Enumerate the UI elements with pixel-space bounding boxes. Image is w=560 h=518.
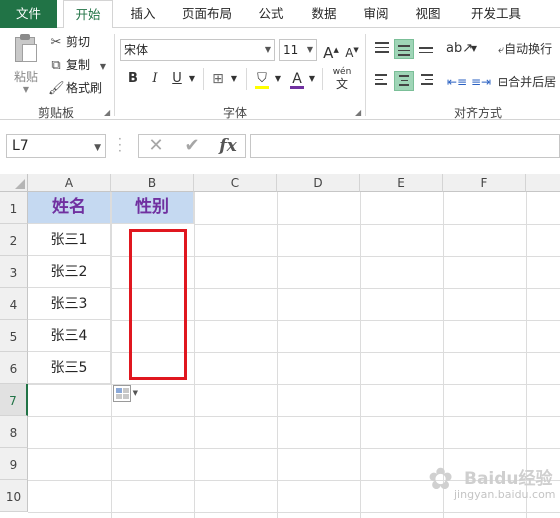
cancel-icon[interactable]: ✕ bbox=[141, 135, 171, 157]
chevron-down-icon[interactable]: ▼ bbox=[468, 38, 480, 60]
paintbrush-icon: 🖌 bbox=[48, 81, 65, 96]
grow-font-icon: A bbox=[323, 44, 334, 62]
tab-insert[interactable]: 插入 bbox=[118, 0, 168, 28]
chevron-down-icon[interactable]: ▼ bbox=[272, 68, 284, 90]
tab-formulas[interactable]: 公式 bbox=[250, 0, 292, 28]
merge-center-label: 合并后居 bbox=[508, 75, 557, 89]
copy-icon: ⧉ bbox=[51, 58, 61, 73]
watermark: ✿ Baidu经验 jingyan.baidu.com bbox=[424, 460, 560, 510]
tab-view[interactable]: 视图 bbox=[406, 0, 450, 28]
tab-home[interactable]: 开始 bbox=[63, 0, 113, 29]
paste-icon bbox=[13, 34, 39, 64]
autofill-options-icon[interactable]: ▼ bbox=[113, 385, 138, 402]
align-center-button[interactable] bbox=[394, 71, 414, 91]
grow-font-button[interactable]: A▲ bbox=[322, 39, 340, 62]
merge-cells-icon: ⊟ bbox=[498, 75, 509, 89]
phonetic-label: wén bbox=[332, 67, 352, 77]
group-divider bbox=[114, 34, 115, 116]
paint-bucket-icon: ⛉ bbox=[257, 71, 267, 86]
chevron-down-icon: ▼ bbox=[306, 45, 313, 54]
tab-data[interactable]: 数据 bbox=[302, 0, 346, 28]
tab-file[interactable]: 文件 bbox=[0, 0, 57, 28]
orientation-icon[interactable]: ab↗ bbox=[446, 38, 473, 60]
wrap-text-label: 自动换行 bbox=[504, 42, 553, 56]
bold-button[interactable]: B bbox=[124, 68, 142, 90]
format-painter-label: 格式刷 bbox=[66, 81, 103, 95]
align-right-button[interactable] bbox=[416, 71, 436, 91]
ribbon-tab-bar: 文件 开始 插入 页面布局 公式 数据 审阅 视图 开发工具 bbox=[0, 0, 560, 29]
fill-color-button[interactable]: ⛉ bbox=[252, 68, 272, 90]
dialog-launcher-icon[interactable]: ◢ bbox=[355, 108, 361, 117]
align-bottom-button[interactable] bbox=[416, 39, 436, 59]
align-middle-button[interactable] bbox=[394, 39, 414, 59]
font-color-button[interactable]: A bbox=[288, 68, 306, 90]
clipboard-group-label: 剪贴板 bbox=[37, 106, 74, 120]
name-box-value: L7 bbox=[12, 138, 29, 154]
watermark-brand: Baidu经验 bbox=[464, 469, 553, 489]
wrap-text-button[interactable]: ⤶自动换行 bbox=[498, 38, 560, 60]
copy-button[interactable]: ⧉ 复制 ▼ bbox=[48, 55, 106, 75]
enter-check-icon[interactable]: ✔ bbox=[177, 135, 207, 157]
highlight-box bbox=[129, 229, 187, 380]
borders-icon[interactable]: ⊞ bbox=[208, 68, 228, 90]
cut-button[interactable]: ✂ 剪切 bbox=[48, 32, 90, 52]
paste-label: 粘贴 bbox=[13, 70, 38, 84]
font-color-icon: A bbox=[292, 71, 302, 87]
ribbon-home: 粘贴 ▼ ✂ 剪切 ⧉ 复制 ▼ 🖌格式刷 剪贴板 ◢ 宋体 ▼ 11 ▼ A▲ A… bbox=[0, 28, 560, 120]
chevron-down-icon: ▼ bbox=[99, 62, 106, 71]
chevron-down-icon[interactable]: ▼ bbox=[186, 68, 198, 90]
shrink-font-button[interactable]: A▼ bbox=[343, 39, 361, 61]
worksheet-grid: A B C D E F 1 2 3 4 5 6 7 8 9 10 姓名 性别 张… bbox=[0, 174, 560, 518]
divider bbox=[322, 68, 323, 90]
align-left-button[interactable] bbox=[372, 71, 392, 91]
paw-logo-icon: ✿ bbox=[428, 462, 454, 497]
font-size-dropdown[interactable]: 11 ▼ bbox=[279, 39, 317, 61]
phonetic-guide-button[interactable]: wén 文 bbox=[328, 66, 356, 90]
chevron-down-icon: ▼ bbox=[22, 85, 30, 94]
font-group-label: 字体 bbox=[222, 106, 247, 120]
format-painter-button[interactable]: 🖌格式刷 bbox=[48, 78, 102, 98]
formula-bar: L7 ▼ · · · ✕ ✔ fx bbox=[0, 121, 560, 174]
formula-input[interactable] bbox=[250, 134, 560, 158]
chevron-down-icon: ▼ bbox=[94, 143, 101, 153]
font-size-value: 11 bbox=[283, 43, 299, 57]
name-box[interactable]: L7 ▼ bbox=[6, 134, 106, 158]
divider bbox=[246, 68, 247, 90]
chevron-down-icon: ▼ bbox=[264, 45, 271, 54]
formula-tools: ✕ ✔ fx bbox=[138, 134, 246, 158]
underline-button[interactable]: U bbox=[168, 68, 186, 90]
font-name-value: 宋体 bbox=[124, 43, 149, 57]
tab-developer[interactable]: 开发工具 bbox=[458, 0, 534, 28]
group-divider bbox=[365, 34, 366, 116]
decrease-indent-icon[interactable]: ⇤≡ bbox=[446, 71, 468, 93]
align-top-button[interactable] bbox=[372, 39, 392, 59]
chevron-down-icon[interactable]: ▼ bbox=[228, 68, 240, 90]
tab-page-layout[interactable]: 页面布局 bbox=[172, 0, 242, 28]
paste-button[interactable]: 粘贴 ▼ bbox=[8, 34, 44, 98]
merge-center-button[interactable]: ⊟合并后居 bbox=[498, 71, 560, 93]
tab-review[interactable]: 审阅 bbox=[354, 0, 398, 28]
cut-label: 剪切 bbox=[66, 35, 91, 49]
dialog-launcher-icon[interactable]: ◢ bbox=[104, 108, 110, 117]
alignment-group-label: 对齐方式 bbox=[453, 106, 502, 120]
increase-indent-icon[interactable]: ≡⇥ bbox=[470, 71, 492, 93]
copy-label: 复制 bbox=[66, 58, 91, 72]
scissors-icon: ✂ bbox=[50, 35, 62, 50]
insert-function-button[interactable]: fx bbox=[213, 135, 243, 157]
divider bbox=[203, 68, 204, 90]
italic-button[interactable]: I bbox=[146, 68, 164, 90]
splitter-handle[interactable]: · · · bbox=[118, 133, 122, 157]
font-name-dropdown[interactable]: 宋体 ▼ bbox=[120, 39, 275, 61]
watermark-url: jingyan.baidu.com bbox=[454, 488, 556, 501]
chevron-down-icon[interactable]: ▼ bbox=[306, 68, 318, 90]
